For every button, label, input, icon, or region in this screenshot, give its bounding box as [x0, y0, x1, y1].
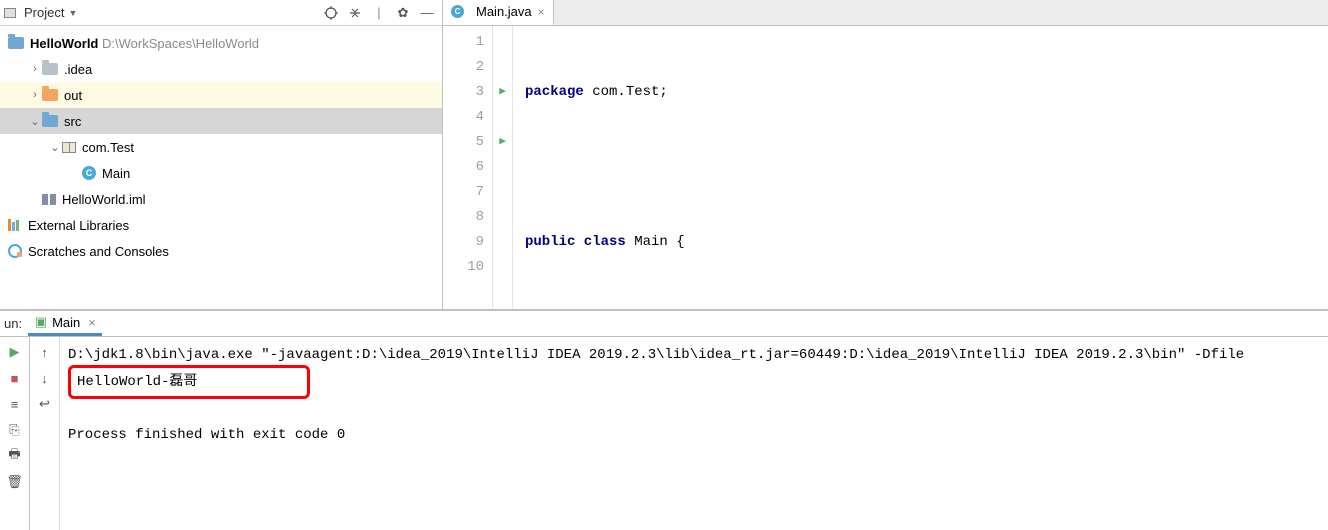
iml-icon [42, 192, 56, 206]
delete-icon[interactable]: 🗑 [4, 471, 26, 493]
folder-icon [42, 89, 58, 101]
project-title: Project [24, 5, 64, 20]
node-label: com.Test [82, 140, 134, 155]
console-cmd: D:\jdk1.8\bin\java.exe "-javaagent:D:\id… [68, 347, 1244, 363]
close-icon[interactable]: × [538, 5, 545, 19]
chevron-right-icon: › [28, 63, 42, 75]
root-path: D:\WorkSpaces\HelloWorld [102, 36, 259, 51]
hide-icon[interactable]: — [418, 4, 436, 22]
code-lines[interactable]: package com.Test; public class Main { pu… [513, 26, 1328, 309]
node-label: Scratches and Consoles [28, 244, 169, 259]
chevron-down-icon: ⌄ [48, 141, 62, 154]
tree-node-package[interactable]: ⌄ com.Test [0, 134, 442, 160]
stop-icon[interactable]: ■ [4, 367, 26, 389]
run-header: un: ▣ Main × [0, 311, 1328, 337]
editor-tab-bar: C Main.java × [443, 0, 1328, 26]
rerun-icon[interactable]: ▶ [4, 341, 26, 363]
project-dropdown[interactable]: Project ▼ [4, 5, 322, 20]
tab-label: Main.java [476, 4, 532, 19]
down-icon[interactable]: ↓ [34, 367, 56, 389]
run-label: un: [4, 316, 22, 331]
run-panel: un: ▣ Main × ▶ ■ ≡ ⎘ 🖶 🗑 ↑ ↓ ↩ D:\jdk1.8… [0, 310, 1328, 530]
chevron-down-icon: ▼ [68, 8, 77, 18]
root-name: HelloWorld [30, 36, 98, 51]
tree-node-iml[interactable]: HelloWorld.iml [0, 186, 442, 212]
tree-node-src[interactable]: ⌄ src [0, 108, 442, 134]
run-tab-label: Main [52, 315, 80, 330]
console-output[interactable]: D:\jdk1.8\bin\java.exe "-javaagent:D:\id… [60, 337, 1328, 530]
tree-node-libs[interactable]: External Libraries [0, 212, 442, 238]
tree-node-out[interactable]: › out [0, 82, 442, 108]
package-icon [62, 142, 76, 153]
console-toolbar: ↑ ↓ ↩ [30, 337, 60, 530]
library-icon [8, 219, 22, 231]
node-label: Main [102, 166, 130, 181]
gear-icon[interactable]: ✿ [394, 4, 412, 22]
module-icon [8, 37, 24, 49]
line-gutter: 12345678910 [443, 26, 493, 309]
project-icon [4, 8, 16, 18]
editor-tab[interactable]: C Main.java × [443, 0, 554, 25]
run-line-icon[interactable]: ▶ [493, 80, 512, 105]
tree-node-class[interactable]: C Main [0, 160, 442, 186]
node-label: External Libraries [28, 218, 129, 233]
export-icon[interactable]: ⎘ [4, 419, 26, 441]
node-label: src [64, 114, 81, 129]
run-toolbar: ▶ ■ ≡ ⎘ 🖶 🗑 [0, 337, 30, 530]
node-label: HelloWorld.iml [62, 192, 146, 207]
collapse-icon[interactable] [346, 4, 364, 22]
scratches-icon [8, 244, 22, 258]
project-header: Project ▼ | ✿ — [0, 0, 442, 26]
console-exit: Process finished with exit code 0 [68, 427, 345, 443]
run-icon: ▣ [34, 315, 48, 329]
folder-icon [42, 63, 58, 75]
node-label: out [64, 88, 82, 103]
code-editor[interactable]: 12345678910 ▶ ▶ package com.Test; public… [443, 26, 1328, 309]
chevron-down-icon: ⌄ [28, 115, 42, 128]
run-line-icon[interactable]: ▶ [493, 130, 512, 155]
up-icon[interactable]: ↑ [34, 341, 56, 363]
project-tree[interactable]: HelloWorld D:\WorkSpaces\HelloWorld › .i… [0, 26, 442, 309]
tree-root[interactable]: HelloWorld D:\WorkSpaces\HelloWorld [0, 30, 442, 56]
wrap-icon[interactable]: ↩ [34, 393, 56, 415]
class-icon: C [451, 5, 464, 18]
layout-icon[interactable]: ≡ [4, 393, 26, 415]
divider: | [370, 4, 388, 22]
chevron-right-icon: › [28, 89, 42, 101]
folder-icon [42, 115, 58, 127]
run-tab[interactable]: ▣ Main × [28, 311, 102, 336]
tree-node-scratches[interactable]: Scratches and Consoles [0, 238, 442, 264]
tree-node-idea[interactable]: › .idea [0, 56, 442, 82]
print-icon[interactable]: 🖶 [4, 445, 26, 467]
close-icon[interactable]: × [88, 315, 96, 330]
run-gutter: ▶ ▶ [493, 26, 513, 309]
class-icon: C [82, 166, 96, 180]
node-label: .idea [64, 62, 92, 77]
locate-icon[interactable] [322, 4, 340, 22]
project-panel: Project ▼ | ✿ — HelloWorld D:\WorkSpaces… [0, 0, 443, 309]
editor-panel: C Main.java × 12345678910 ▶ ▶ package co… [443, 0, 1328, 309]
highlighted-output: HelloWorld-磊哥 [68, 365, 310, 399]
